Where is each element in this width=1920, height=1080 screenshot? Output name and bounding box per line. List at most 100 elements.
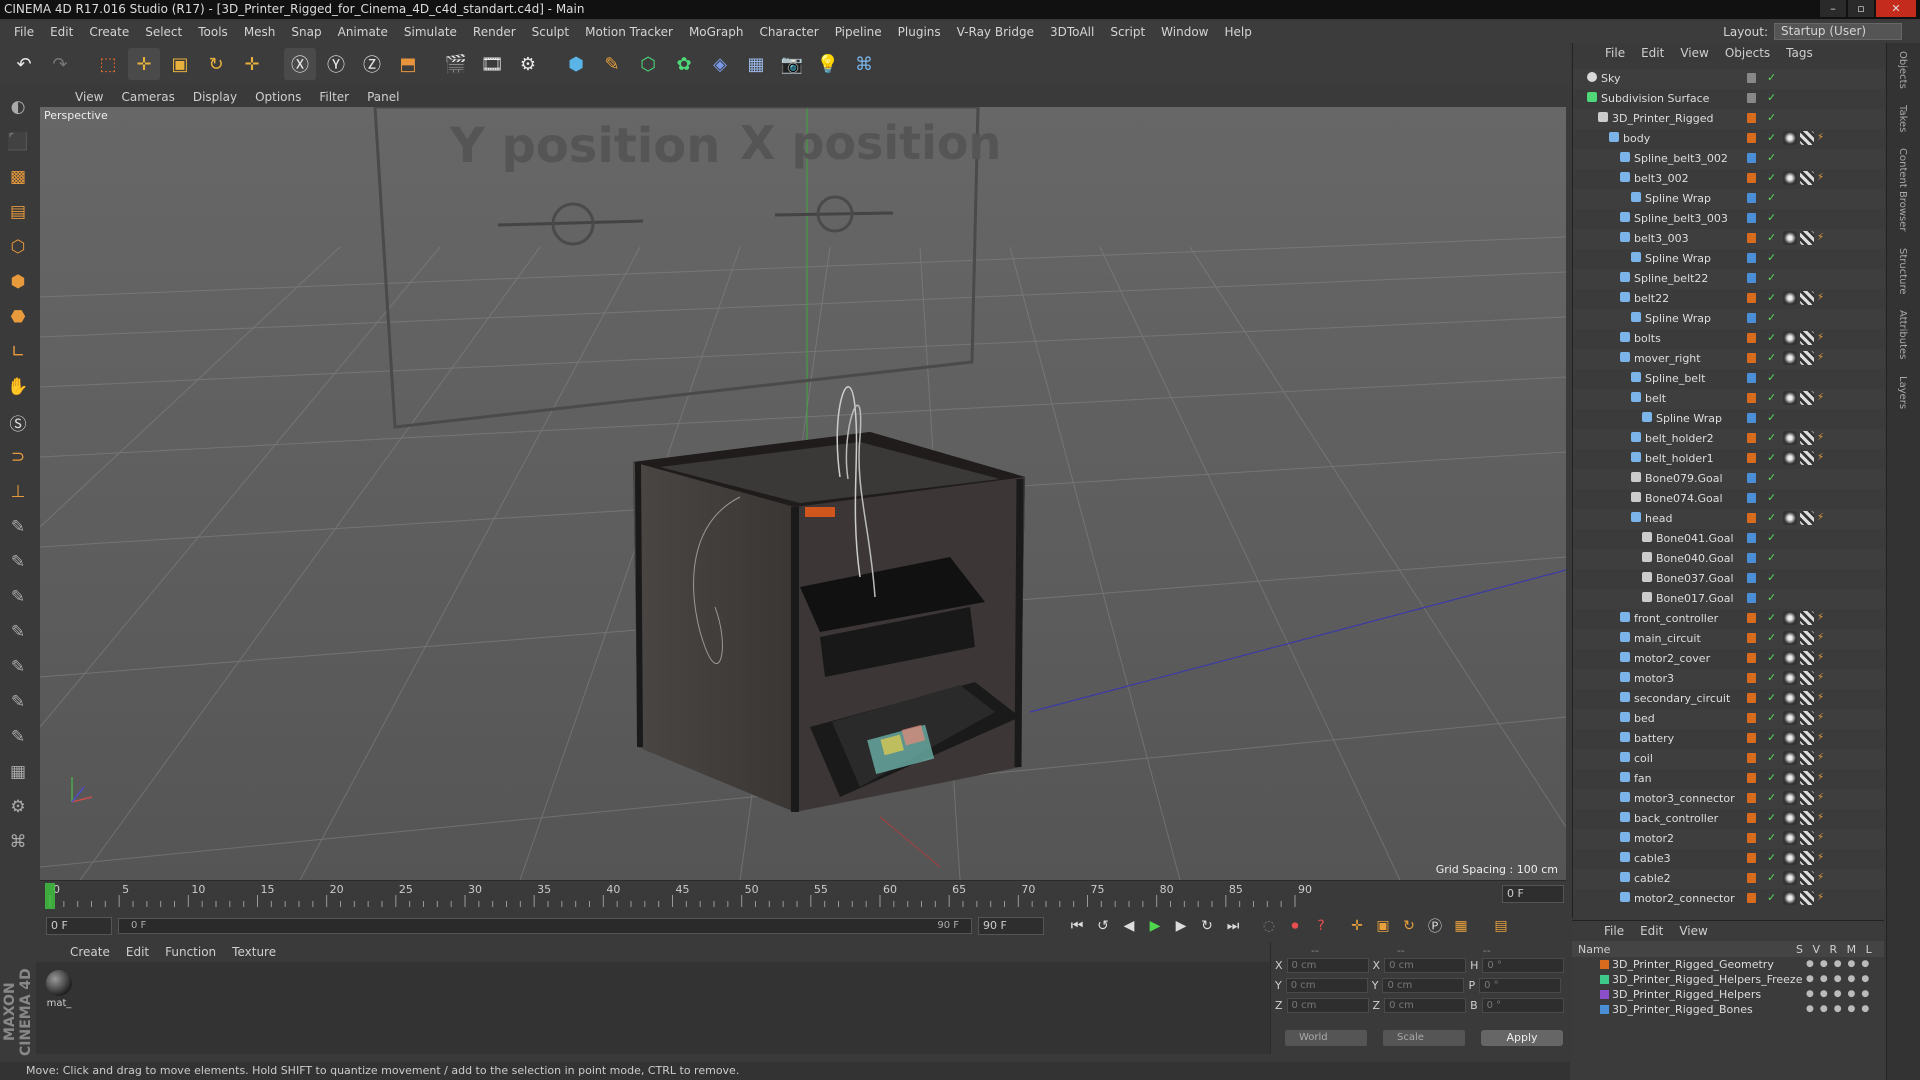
material-tag-icon[interactable] xyxy=(1783,351,1797,365)
visibility-check-icon[interactable]: ✓ xyxy=(1767,91,1776,104)
visibility-check-icon[interactable]: ✓ xyxy=(1767,791,1776,804)
object-menu-edit[interactable]: Edit xyxy=(1633,46,1672,60)
menu-item-mograph[interactable]: MoGraph xyxy=(681,25,752,39)
layer-color-swatch[interactable] xyxy=(1600,1005,1609,1014)
coord-field[interactable]: 0 ° xyxy=(1479,978,1562,993)
visibility-check-icon[interactable]: ✓ xyxy=(1767,471,1776,484)
layer-color-swatch[interactable] xyxy=(1747,333,1756,343)
layer-color-swatch[interactable] xyxy=(1747,553,1756,563)
material-tag-icon[interactable] xyxy=(1783,331,1797,345)
next-key-icon[interactable]: ↻ xyxy=(1194,914,1220,938)
ik-tag-icon[interactable]: ⚡ xyxy=(1817,651,1831,665)
next-frame-icon[interactable]: ▶ xyxy=(1168,914,1194,938)
key-parameter-icon[interactable]: Ⓟ xyxy=(1422,914,1448,938)
go-to-end-icon[interactable]: ⏭ xyxy=(1220,914,1246,938)
coord-field[interactable]: 0 cm xyxy=(1384,998,1467,1013)
layer-color-swatch[interactable] xyxy=(1747,513,1756,523)
menu-item-character[interactable]: Character xyxy=(751,25,826,39)
visibility-check-icon[interactable]: ✓ xyxy=(1767,651,1776,664)
layer-toggle-icons[interactable]: ●●●●● xyxy=(1806,989,1875,999)
material-tag-icon[interactable] xyxy=(1783,131,1797,145)
tweak-mode-icon[interactable]: ✋ xyxy=(3,371,33,403)
ik-tag-icon[interactable]: ⚡ xyxy=(1817,131,1831,145)
coordinate-system-icon[interactable]: ⬒ xyxy=(392,48,424,80)
object-row[interactable]: belt_holder2 ✓ ⚡ xyxy=(1573,429,1885,449)
start-frame-field[interactable]: 0 F xyxy=(46,917,112,935)
frame-range-slider[interactable]: 0 F 90 F xyxy=(118,918,972,934)
object-menu-objects[interactable]: Objects xyxy=(1717,46,1778,60)
layer-color-swatch[interactable] xyxy=(1747,753,1756,763)
layer-color-swatch[interactable] xyxy=(1747,233,1756,243)
play-icon[interactable]: ▶ xyxy=(1142,914,1168,938)
undo-icon[interactable]: ↶ xyxy=(8,48,40,80)
menu-item-snap[interactable]: Snap xyxy=(283,25,329,39)
object-row[interactable]: body ✓ ⚡ xyxy=(1573,129,1885,149)
visibility-check-icon[interactable]: ✓ xyxy=(1767,611,1776,624)
y-axis-lock-icon[interactable]: Ⓨ xyxy=(320,48,352,80)
object-row[interactable]: fan ✓ ⚡ xyxy=(1573,769,1885,789)
menu-item-file[interactable]: File xyxy=(6,25,42,39)
deformer-icon[interactable]: ◈ xyxy=(704,48,736,80)
menu-item-render[interactable]: Render xyxy=(465,25,524,39)
texture-tag-icon[interactable] xyxy=(1800,711,1814,725)
material-tag-icon[interactable] xyxy=(1783,651,1797,665)
texture-tag-icon[interactable] xyxy=(1800,631,1814,645)
key-pla-icon[interactable]: ▦ xyxy=(1448,914,1474,938)
paint-tool-icon[interactable]: ✎ xyxy=(3,616,33,648)
menu-item-plugins[interactable]: Plugins xyxy=(890,25,949,39)
material-tag-icon[interactable] xyxy=(1783,171,1797,185)
object-row[interactable]: front_controller ✓ ⚡ xyxy=(1573,609,1885,629)
texture-tag-icon[interactable] xyxy=(1800,231,1814,245)
polygons-mode-icon[interactable]: ⬣ xyxy=(3,301,33,333)
right-tab-content-browser[interactable]: Content Browser xyxy=(1887,140,1908,239)
visibility-check-icon[interactable]: ✓ xyxy=(1767,311,1776,324)
viewport-menu-options[interactable]: Options xyxy=(246,90,310,104)
layer-color-swatch[interactable] xyxy=(1747,133,1756,143)
object-row[interactable]: Bone017.Goal ✓ xyxy=(1573,589,1885,609)
layer-color-swatch[interactable] xyxy=(1747,373,1756,383)
layer-color-swatch[interactable] xyxy=(1747,453,1756,463)
visibility-check-icon[interactable]: ✓ xyxy=(1767,871,1776,884)
apply-button[interactable]: Apply xyxy=(1481,1030,1563,1046)
current-frame-field[interactable]: 0 F xyxy=(1502,885,1564,903)
menu-item-mesh[interactable]: Mesh xyxy=(236,25,284,39)
object-row[interactable]: Spline_belt3_002 ✓ xyxy=(1573,149,1885,169)
ik-tag-icon[interactable]: ⚡ xyxy=(1817,771,1831,785)
material-tag-icon[interactable] xyxy=(1783,731,1797,745)
layer-color-swatch[interactable] xyxy=(1747,273,1756,283)
layer-row[interactable]: 3D_Printer_Rigged_Bones ●●●●● xyxy=(1572,1002,1884,1017)
texture-tag-icon[interactable] xyxy=(1800,791,1814,805)
points-mode-icon[interactable]: ⬡ xyxy=(3,231,33,263)
coord-scale-dropdown[interactable]: Scale xyxy=(1383,1030,1465,1046)
object-row[interactable]: Spline_belt ✓ xyxy=(1573,369,1885,389)
material-tag-icon[interactable] xyxy=(1783,871,1797,885)
texture-tag-icon[interactable] xyxy=(1800,611,1814,625)
layer-row[interactable]: 3D_Printer_Rigged_Helpers ●●●●● xyxy=(1572,987,1884,1002)
ik-tag-icon[interactable]: ⚡ xyxy=(1817,431,1831,445)
material-tag-icon[interactable] xyxy=(1783,391,1797,405)
object-row[interactable]: belt ✓ ⚡ xyxy=(1573,389,1885,409)
material-tag-icon[interactable] xyxy=(1783,691,1797,705)
menu-item-create[interactable]: Create xyxy=(81,25,137,39)
x-axis-lock-icon[interactable]: Ⓧ xyxy=(284,48,316,80)
object-row[interactable]: Bone041.Goal ✓ xyxy=(1573,529,1885,549)
material-menu-create[interactable]: Create xyxy=(62,945,118,959)
visibility-check-icon[interactable]: ✓ xyxy=(1767,171,1776,184)
layer-toggle-icons[interactable]: ●●●●● xyxy=(1806,1004,1875,1014)
layer-color-swatch[interactable] xyxy=(1747,673,1756,683)
object-menu-file[interactable]: File xyxy=(1597,46,1633,60)
layer-color-swatch[interactable] xyxy=(1747,733,1756,743)
close-button[interactable]: ✕ xyxy=(1876,0,1916,17)
object-menu-tags[interactable]: Tags xyxy=(1778,46,1821,60)
object-row[interactable]: battery ✓ ⚡ xyxy=(1573,729,1885,749)
object-row[interactable]: belt22 ✓ ⚡ xyxy=(1573,289,1885,309)
rotate-tool-icon[interactable]: ↻ xyxy=(200,48,232,80)
layer-color-swatch[interactable] xyxy=(1747,773,1756,783)
ik-tag-icon[interactable]: ⚡ xyxy=(1817,631,1831,645)
object-row[interactable]: Bone079.Goal ✓ xyxy=(1573,469,1885,489)
texture-tag-icon[interactable] xyxy=(1800,891,1814,905)
scale-tool-icon[interactable]: ▣ xyxy=(164,48,196,80)
texture-tag-icon[interactable] xyxy=(1800,871,1814,885)
object-row[interactable]: belt_holder1 ✓ ⚡ xyxy=(1573,449,1885,469)
visibility-check-icon[interactable]: ✓ xyxy=(1767,111,1776,124)
